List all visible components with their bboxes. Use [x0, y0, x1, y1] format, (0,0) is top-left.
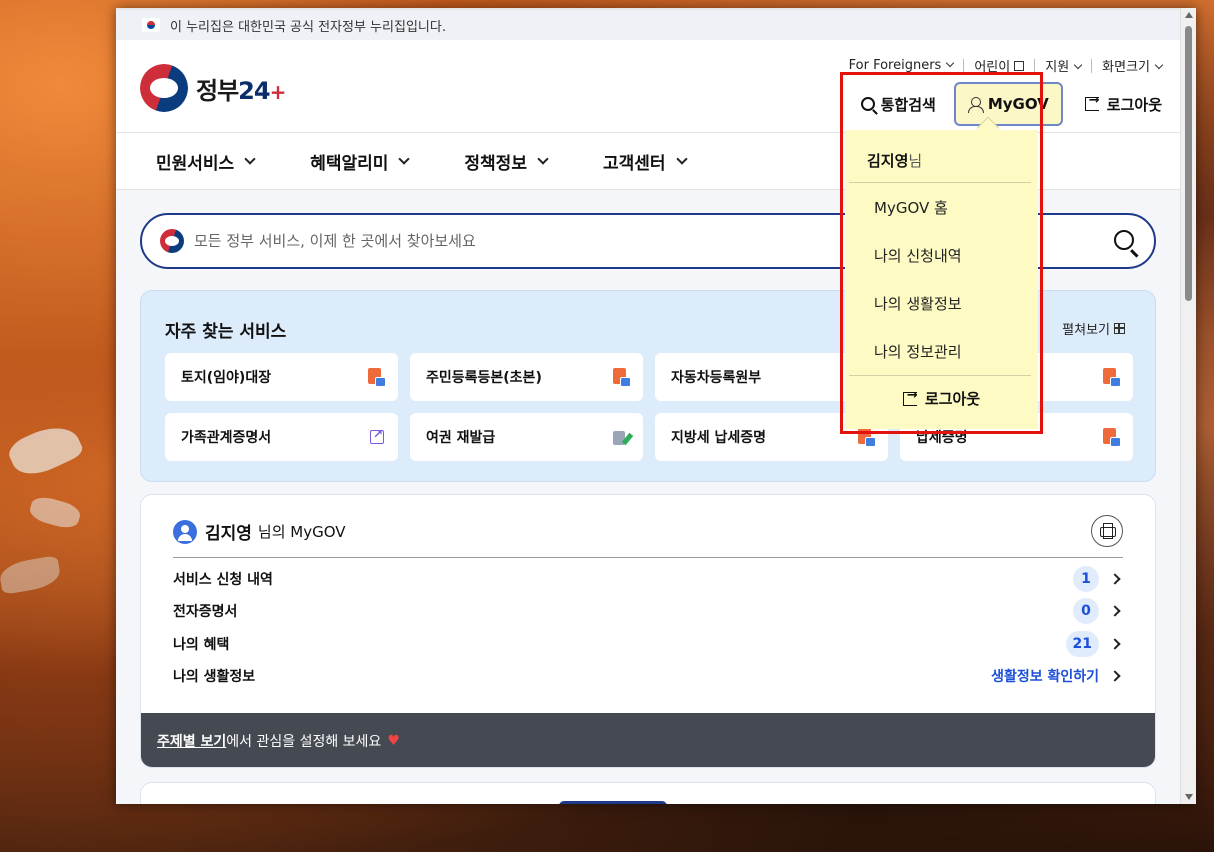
nav-civil-service[interactable]: 민원서비스 — [156, 149, 256, 174]
nav-customer-center[interactable]: 고객센터 — [603, 149, 688, 174]
edit-icon — [613, 429, 629, 445]
count-badge: 21 — [1065, 631, 1099, 657]
print-button[interactable] — [1091, 515, 1123, 547]
util-link-support[interactable]: 지원 — [1045, 56, 1083, 75]
scroll-thumb[interactable] — [1185, 26, 1192, 301]
next-section-card — [140, 782, 1156, 804]
pdf-icon — [368, 368, 386, 387]
logout-button[interactable]: 로그아웃 — [1084, 93, 1162, 115]
chevron-down-icon — [398, 153, 411, 165]
external-link-icon — [1014, 61, 1025, 71]
divider — [1034, 58, 1036, 73]
site-logo[interactable]: 정부24+ — [140, 64, 286, 112]
grid-icon — [1114, 323, 1125, 334]
section-pill — [559, 801, 667, 804]
chevron-right-icon — [1109, 605, 1121, 617]
mygov-summary-card: 김지영 님의 MyGOV 서비스 신청 내역 1 전자증명서 0 나의 혜택 2… — [140, 494, 1156, 768]
theme-view-link[interactable]: 주제별 보기 — [157, 731, 226, 751]
row-service-applications[interactable]: 서비스 신청 내역 1 — [173, 565, 1123, 593]
row-e-certificates[interactable]: 전자증명서 0 — [173, 597, 1123, 625]
highlight-outline — [840, 72, 1043, 434]
count-badge: 0 — [1073, 598, 1099, 624]
heart-icon: ♥ — [387, 733, 400, 749]
logo-text: 정부24+ — [196, 76, 286, 105]
logout-icon — [1084, 93, 1100, 111]
nav-policy[interactable]: 정책정보 — [464, 149, 549, 174]
pdf-icon — [613, 368, 631, 387]
chevron-right-icon — [1109, 638, 1121, 650]
vertical-scrollbar[interactable] — [1180, 8, 1196, 804]
chevron-down-icon — [946, 58, 955, 68]
wallpaper-snow — [0, 555, 63, 595]
user-name: 김지영 — [205, 524, 252, 544]
frequent-services-title: 자주 찾는 서비스 — [165, 322, 287, 342]
theme-text: 에서 관심을 설정해 보세요 — [226, 734, 382, 750]
chevron-down-icon — [675, 153, 688, 165]
banner-text: 이 누리집은 대한민국 공식 전자정부 누리집입니다. — [170, 19, 446, 35]
gov-emblem-icon — [160, 229, 184, 253]
util-link-foreigners[interactable]: For Foreigners — [849, 58, 955, 73]
title-suffix: 님의 MyGOV — [257, 523, 346, 541]
avatar-icon — [173, 519, 197, 544]
service-land-register[interactable]: 토지(임야)대장 — [165, 353, 398, 401]
logout-label: 로그아웃 — [1106, 95, 1162, 114]
korea-flag-icon — [142, 18, 160, 32]
scroll-down-arrow-icon[interactable] — [1185, 794, 1193, 800]
expand-all-button[interactable]: 펼쳐보기 — [1062, 319, 1125, 338]
gov-emblem-icon — [140, 64, 188, 112]
service-resident-register[interactable]: 주민등록등본(초본) — [410, 353, 643, 401]
chevron-down-icon — [244, 153, 256, 165]
wallpaper-snow — [27, 493, 83, 532]
row-life-info[interactable]: 나의 생활정보 생활정보 확인하기 — [173, 662, 1123, 690]
service-family-certificate[interactable]: 가족관계증명서 — [165, 413, 398, 461]
chevron-right-icon — [1109, 670, 1121, 682]
divider — [1091, 58, 1093, 73]
chevron-right-icon — [1109, 573, 1121, 585]
pdf-icon — [1103, 428, 1121, 447]
theme-interest-bar: 주제별 보기 에서 관심을 설정해 보세요 ♥ — [141, 713, 1155, 767]
external-link-icon — [370, 427, 384, 444]
count-badge: 1 — [1073, 566, 1099, 592]
util-link-screen-size[interactable]: 화면크기 — [1102, 56, 1164, 75]
divider — [173, 557, 1123, 558]
mygov-card-title: 김지영 님의 MyGOV — [173, 519, 346, 544]
search-icon[interactable] — [1114, 230, 1134, 250]
row-my-benefits[interactable]: 나의 혜택 21 — [173, 630, 1123, 658]
pdf-icon — [1103, 368, 1121, 387]
chevron-down-icon — [1154, 60, 1164, 70]
wallpaper-snow — [4, 417, 86, 483]
chevron-down-icon — [537, 153, 549, 165]
divider — [963, 58, 965, 73]
gov-official-banner: 이 누리집은 대한민국 공식 전자정부 누리집입니다. — [116, 10, 1180, 40]
nav-benefits[interactable]: 혜택알리미 — [310, 149, 411, 174]
service-passport-reissue[interactable]: 여권 재발급 — [410, 413, 643, 461]
scroll-up-arrow-icon[interactable] — [1185, 12, 1193, 18]
chevron-down-icon — [1073, 60, 1083, 70]
life-info-link[interactable]: 생활정보 확인하기 — [991, 666, 1099, 686]
